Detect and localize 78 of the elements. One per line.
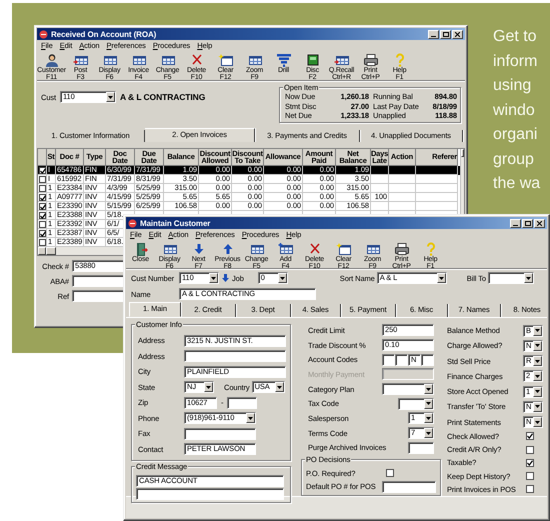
dropdown[interactable]	[382, 383, 434, 396]
input-field[interactable]	[227, 396, 258, 409]
screen-icon	[304, 53, 320, 67]
table-icon	[102, 53, 118, 67]
input-field[interactable]	[136, 488, 284, 500]
window-icon	[218, 53, 234, 67]
input-field[interactable]	[382, 480, 436, 493]
caret-icon	[211, 276, 216, 280]
maximize-icon	[442, 32, 448, 36]
caret-icon	[535, 390, 540, 394]
input-field[interactable]	[382, 354, 395, 366]
caret-icon	[535, 405, 540, 408]
app-icon	[39, 30, 48, 38]
maximize-button[interactable]	[522, 218, 533, 228]
minimize-button[interactable]	[510, 218, 521, 228]
close-icon	[455, 32, 460, 36]
window-title: Received On Account (ROA)	[51, 30, 156, 38]
caret-icon	[535, 344, 540, 348]
caret-icon	[426, 416, 431, 420]
checkbox[interactable]	[38, 220, 46, 228]
checkbox[interactable]	[38, 176, 46, 182]
checkbox[interactable]	[38, 238, 46, 246]
table-icon	[246, 53, 262, 67]
checkbox[interactable]	[526, 472, 534, 480]
checkbox[interactable]	[38, 230, 46, 236]
caret-icon	[535, 329, 540, 332]
maximize-button[interactable]	[440, 30, 451, 38]
input-field[interactable]	[184, 350, 286, 362]
table-icon	[364, 242, 380, 256]
close-icon	[537, 220, 542, 226]
person-icon	[44, 53, 60, 67]
input-field[interactable]	[421, 354, 434, 366]
checkbox[interactable]	[386, 468, 394, 477]
caret-icon	[535, 420, 540, 424]
caret-icon	[426, 388, 431, 391]
checkbox[interactable]	[38, 212, 46, 218]
close-button[interactable]	[534, 218, 545, 228]
close-button[interactable]	[452, 30, 463, 38]
caret-icon	[426, 432, 431, 435]
printer-icon	[394, 242, 410, 256]
caret-icon	[248, 416, 253, 420]
dropdown[interactable]	[488, 272, 534, 284]
checkbox[interactable]	[38, 202, 46, 210]
printer-icon	[362, 53, 378, 67]
checkbox[interactable]	[526, 432, 534, 440]
caret-icon	[108, 96, 114, 98]
checkbox[interactable]	[38, 166, 46, 174]
table-icon	[130, 53, 146, 67]
customer-name: A & L CONTRACTING	[120, 92, 206, 102]
table-icon	[162, 242, 178, 256]
window-title: Maintain Customer	[140, 218, 210, 228]
checkbox[interactable]	[38, 194, 46, 200]
table-icon	[160, 53, 176, 67]
checkbox[interactable]	[526, 485, 534, 494]
window-icon	[336, 242, 352, 256]
input-field[interactable]	[184, 428, 256, 440]
caret-icon	[280, 276, 285, 280]
dropdown[interactable]	[398, 398, 434, 410]
arrow-down-icon[interactable]	[222, 274, 229, 282]
checkbox[interactable]	[38, 184, 46, 192]
caret-icon	[206, 386, 211, 389]
caret-icon	[276, 386, 282, 389]
input-field[interactable]	[395, 354, 408, 366]
checkbox[interactable]	[526, 446, 534, 454]
table-icon	[248, 242, 264, 256]
caret-icon	[535, 374, 540, 378]
add-icon	[278, 242, 294, 256]
maximize-icon	[524, 220, 530, 226]
caret-icon	[526, 276, 531, 280]
minimize-button[interactable]	[428, 30, 439, 38]
caret-icon	[438, 276, 444, 280]
checkbox[interactable]	[526, 458, 534, 467]
app-icon	[128, 218, 137, 228]
caret-icon	[426, 402, 431, 406]
caret-icon	[535, 360, 540, 363]
promo-text: Get to inform using windo organi group the wa	[493, 27, 540, 194]
input-field[interactable]	[408, 442, 434, 454]
funnel-icon	[276, 53, 292, 67]
